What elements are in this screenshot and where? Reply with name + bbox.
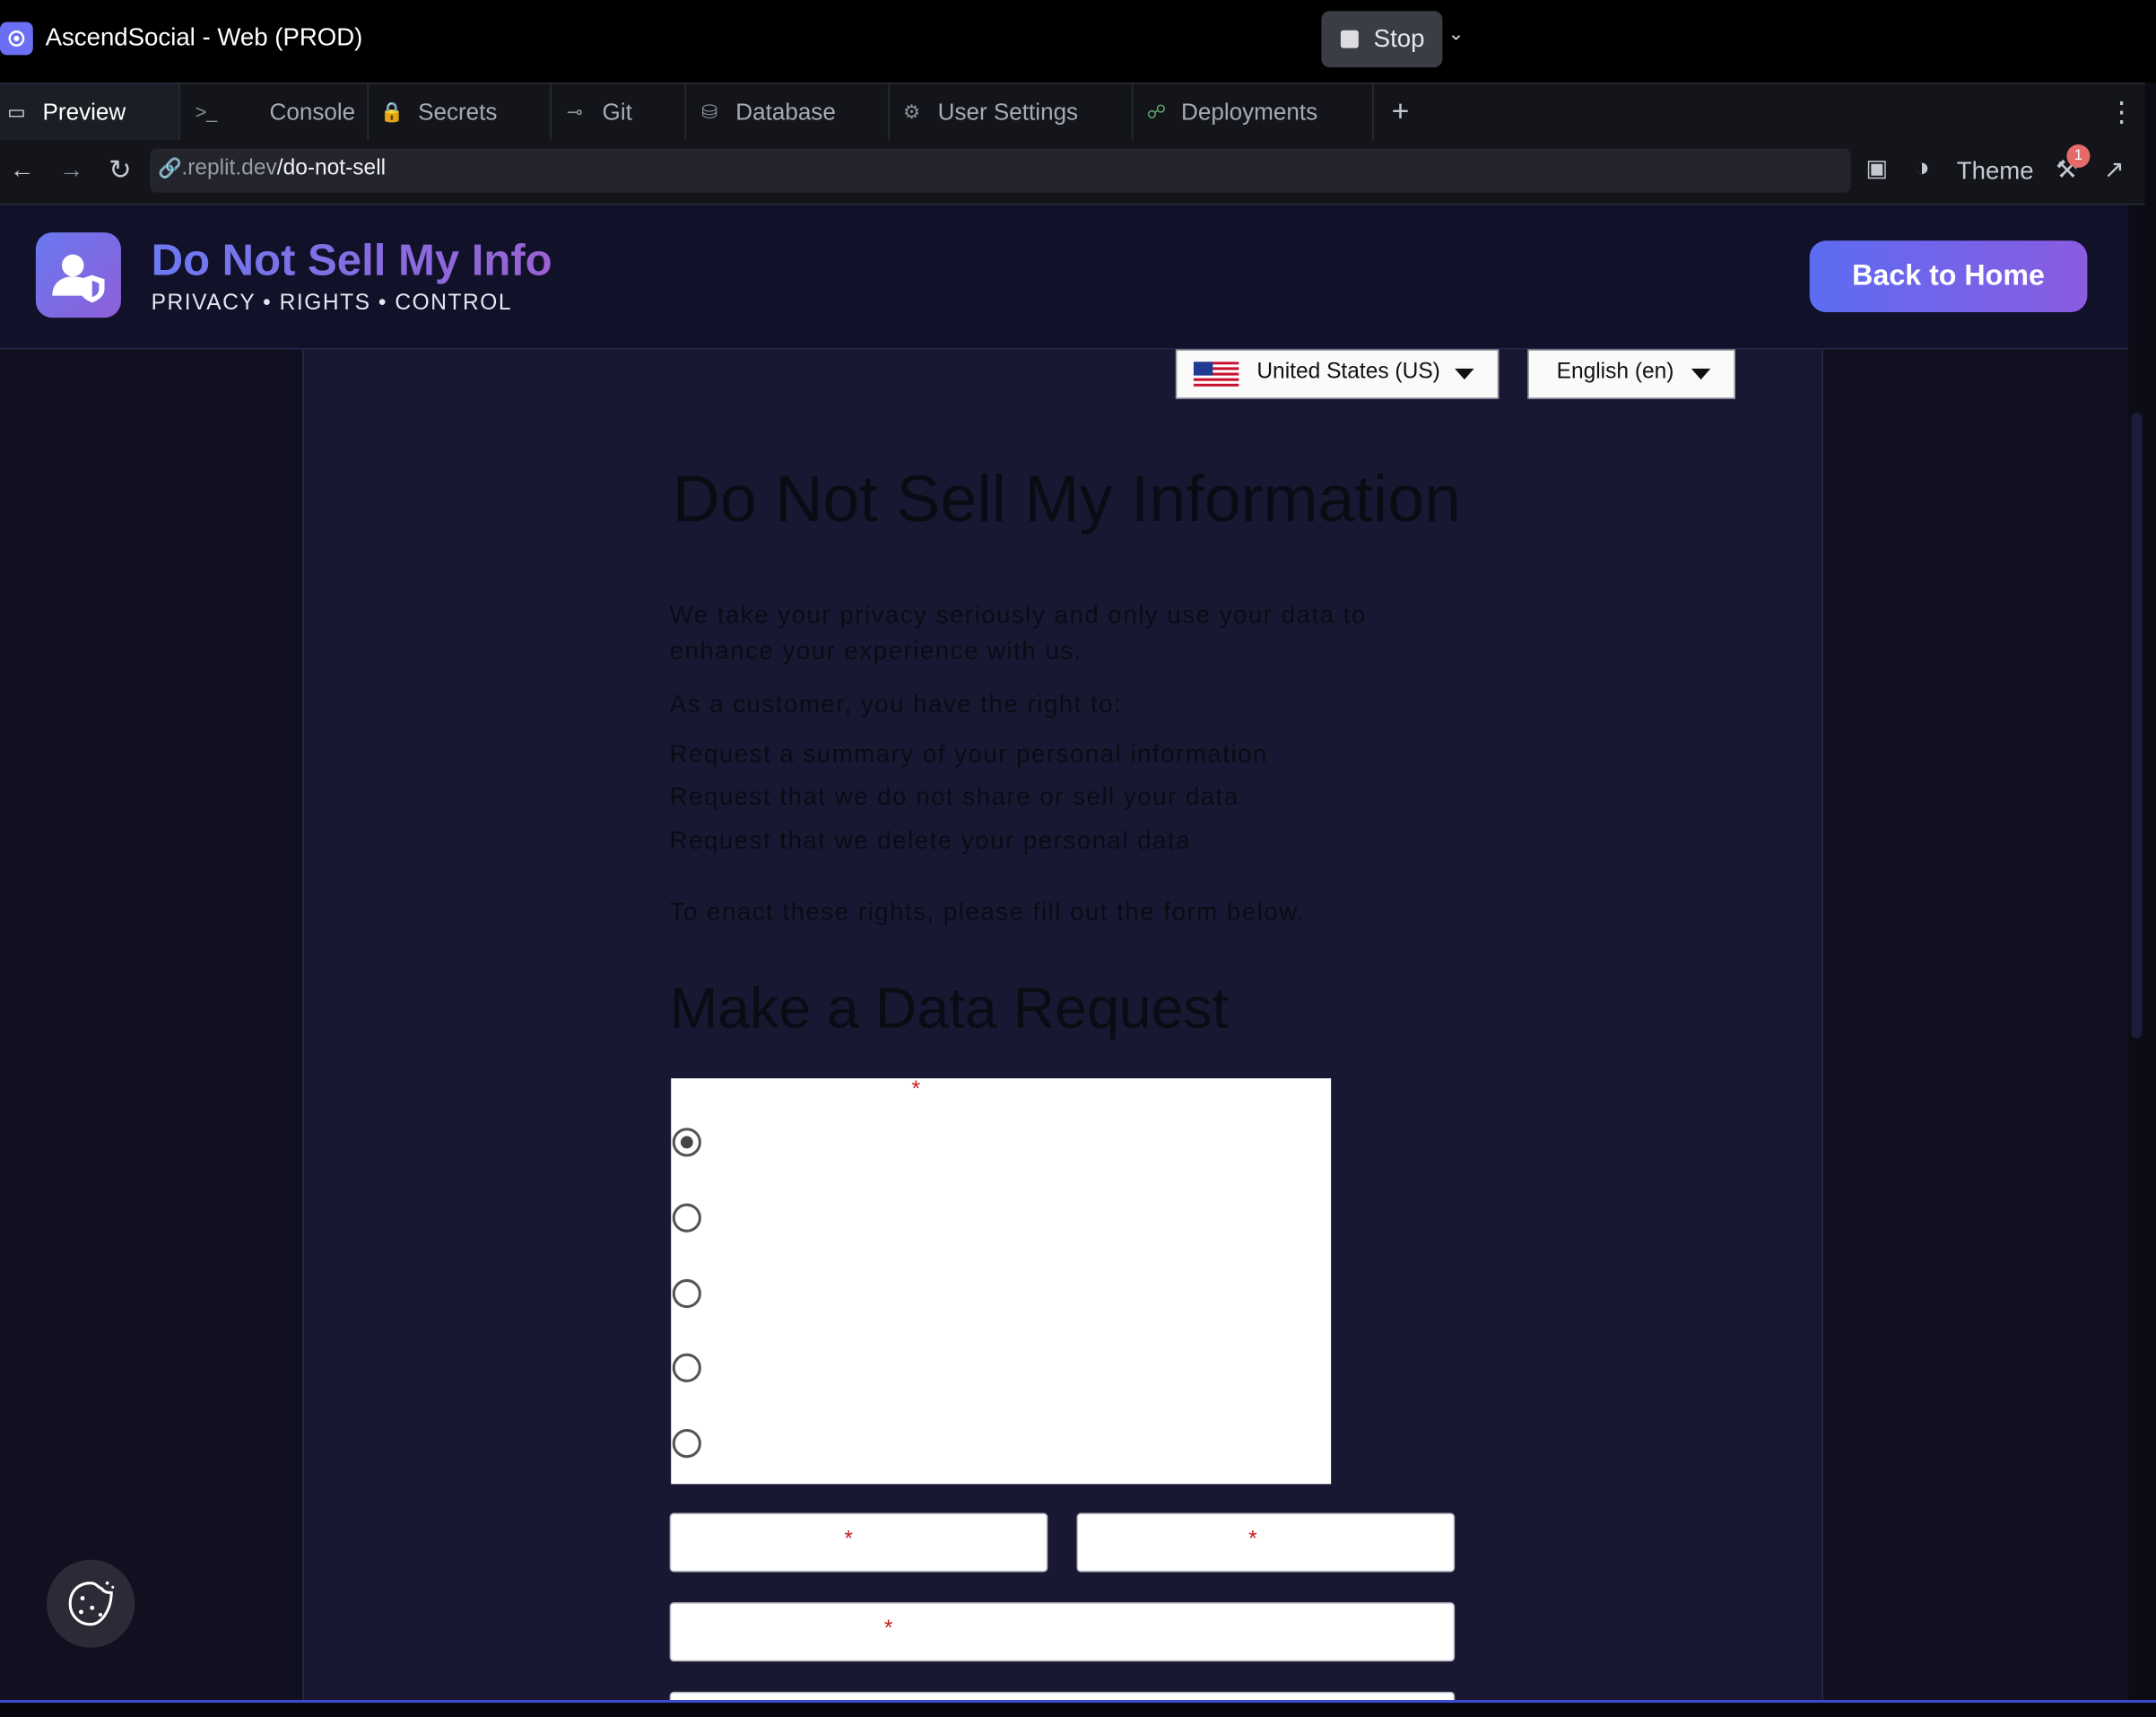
tab-label: Secrets <box>418 99 498 126</box>
first-name-field[interactable]: * <box>669 1512 1048 1573</box>
tab-console[interactable]: >_ Console <box>178 83 369 141</box>
required-marker: * <box>1248 1528 1257 1552</box>
language-select-value: English (en) <box>1556 360 1674 384</box>
page-heading: Do Not Sell My Information <box>672 463 1462 536</box>
tab-label: User Settings <box>937 99 1079 126</box>
link-icon: 🔗 <box>158 156 183 179</box>
gear-icon: ⚙ <box>902 100 921 123</box>
site-header: Do Not Sell My Info PRIVACY • RIGHTS • C… <box>0 205 2129 350</box>
request-type-radio[interactable] <box>672 1353 701 1382</box>
devices-icon[interactable]: ▣ <box>1866 155 1889 183</box>
intro-text: We take your privacy seriously and only … <box>669 601 1367 665</box>
site-tagline: PRIVACY • RIGHTS • CONTROL <box>151 292 512 316</box>
last-name-field[interactable]: * <box>1076 1512 1456 1573</box>
tab-git[interactable]: ⊸ Git <box>550 83 687 141</box>
add-tab-button[interactable]: + <box>1392 93 1410 129</box>
back-to-home-button[interactable]: Back to Home <box>1809 240 2088 313</box>
preview-urlbar: ← → ↻ 🔗 .replit.dev/do-not-sell ▣ ◑ Them… <box>0 140 2145 205</box>
replit-logo-icon <box>0 22 33 56</box>
tab-label: Database <box>735 99 836 126</box>
right-item: Request that we do not share or sell you… <box>669 782 1239 811</box>
back-arrow-icon[interactable]: ← <box>10 155 35 184</box>
request-type-radio[interactable] <box>672 1428 701 1459</box>
database-icon: ⛁ <box>701 100 718 123</box>
theme-label[interactable]: Theme <box>1957 157 2034 186</box>
tab-label: Git <box>602 99 632 126</box>
country-select[interactable]: United States (US) <box>1175 349 1500 399</box>
tab-label: Console <box>269 99 356 126</box>
request-type-radio[interactable] <box>672 1278 701 1309</box>
monitor-icon: ▭ <box>7 100 26 123</box>
country-select-value: United States (US) <box>1256 360 1440 384</box>
git-branch-icon: ⊸ <box>566 100 583 123</box>
tab-deployments[interactable]: ☍ Deployments <box>1132 83 1374 141</box>
reload-icon[interactable]: ↻ <box>109 153 132 187</box>
tab-secrets[interactable]: 🔒 Secrets <box>367 83 552 141</box>
stop-button[interactable]: Stop <box>1321 11 1443 68</box>
caret-down-icon <box>1691 368 1711 380</box>
window-bottom-bar <box>0 1700 2156 1717</box>
lock-icon: 🔒 <box>379 100 404 123</box>
email-field[interactable]: * <box>669 1602 1456 1662</box>
caret-down-icon <box>1455 368 1474 380</box>
url-text: .replit.dev/do-not-sell <box>181 157 386 182</box>
cookie-settings-button[interactable] <box>47 1559 135 1648</box>
required-marker: * <box>844 1528 853 1552</box>
required-marker: * <box>911 1078 921 1103</box>
required-marker: * <box>883 1617 893 1642</box>
tab-label: Preview <box>42 99 126 126</box>
site-title: Do Not Sell My Info <box>151 235 552 285</box>
workspace-tabbar: ▭ Preview >_ Console 🔒 Secrets ⊸ Git ⛁ D… <box>0 82 2145 141</box>
request-type-group: * <box>671 1078 1332 1485</box>
scrollbar-thumb[interactable] <box>2131 412 2143 1039</box>
notification-badge: 1 <box>2066 144 2091 169</box>
user-shield-icon <box>35 232 121 318</box>
form-heading: Make a Data Request <box>669 975 1229 1041</box>
cookie-icon <box>68 1581 115 1626</box>
preview-page: Do Not Sell My Info PRIVACY • RIGHTS • C… <box>0 205 2129 1702</box>
tab-label: Deployments <box>1181 99 1318 126</box>
rights-intro: As a customer, you have the right to: <box>669 690 1123 719</box>
stop-icon <box>1340 30 1359 48</box>
right-item: Request that we delete your personal dat… <box>669 826 1192 855</box>
request-type-radio[interactable] <box>672 1128 701 1157</box>
window-edge <box>2144 82 2156 1706</box>
palette-icon[interactable]: ◑ <box>1914 154 1930 185</box>
tab-database[interactable]: ⛁ Database <box>685 83 890 141</box>
url-path: /do-not-sell <box>276 156 387 180</box>
us-flag-icon <box>1193 362 1239 387</box>
stop-label: Stop <box>1373 24 1425 53</box>
url-input[interactable]: 🔗 .replit.dev/do-not-sell <box>150 148 1851 193</box>
deployments-icon: ☍ <box>1146 100 1167 123</box>
window-titlebar: AscendSocial - Web (PROD) Stop ⌄ <box>0 0 2156 80</box>
chevron-down-icon[interactable]: ⌄ <box>1447 22 1464 46</box>
terminal-icon: >_ <box>195 100 218 123</box>
window-title: AscendSocial - Web (PROD) <box>45 23 363 51</box>
right-item: Request a summary of your personal infor… <box>669 739 1268 768</box>
tab-preview[interactable]: ▭ Preview <box>0 83 180 141</box>
url-host: .replit.dev <box>181 156 277 180</box>
tab-user-settings[interactable]: ⚙ User Settings <box>888 83 1134 141</box>
request-type-radio[interactable] <box>672 1203 701 1233</box>
external-link-icon[interactable]: ↗ <box>2104 155 2125 184</box>
forward-arrow-icon[interactable]: → <box>59 155 84 184</box>
language-select[interactable]: English (en) <box>1527 349 1735 399</box>
more-vertical-icon[interactable]: ⋮ <box>2108 95 2135 129</box>
enact-text: To enact these rights, please fill out t… <box>669 898 1306 926</box>
main-content: United States (US) English (en) Do Not S… <box>302 349 1824 1702</box>
